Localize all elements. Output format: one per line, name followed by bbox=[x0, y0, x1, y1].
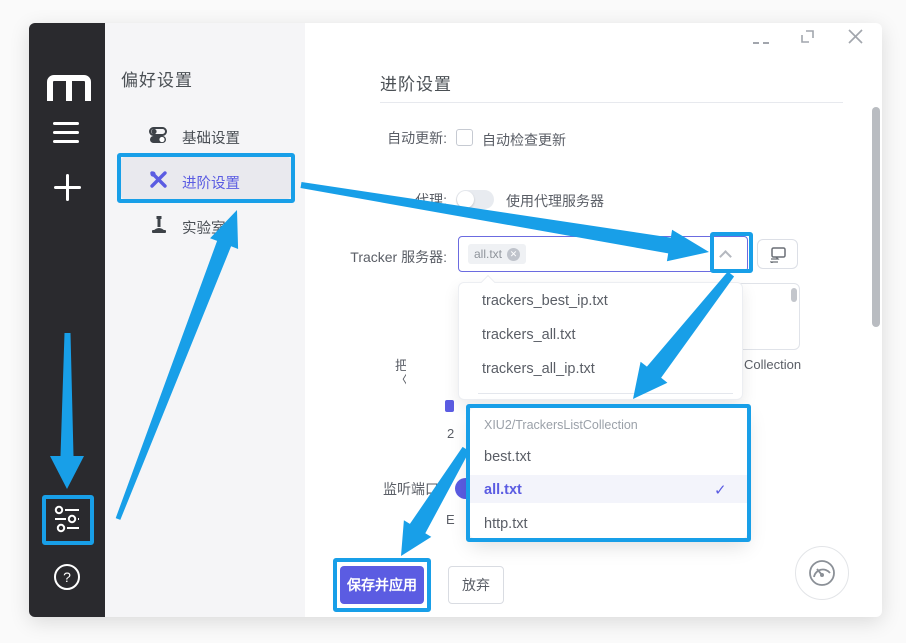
tracker-tag-label: all.txt bbox=[474, 247, 502, 261]
dropdown-item[interactable]: trackers_all.txt bbox=[482, 327, 732, 349]
auto-update-option-label: 自动检查更新 bbox=[482, 130, 566, 150]
preferences-sidebar bbox=[105, 23, 305, 617]
annotation-box-settings-icon bbox=[42, 495, 94, 545]
dropdown-item[interactable]: trackers_best_ip.txt bbox=[482, 293, 732, 315]
annotation-box-chevron bbox=[710, 232, 753, 273]
tracker-tag: all.txt ✕ bbox=[468, 244, 526, 264]
proxy-toggle[interactable] bbox=[456, 190, 494, 209]
listen-port-label: 监听端口 bbox=[383, 479, 439, 499]
proxy-option-label: 使用代理服务器 bbox=[506, 191, 604, 211]
auto-update-checkbox[interactable] bbox=[456, 129, 473, 146]
basic-settings-icon bbox=[149, 126, 168, 145]
close-button[interactable] bbox=[847, 28, 864, 45]
proxy-label: 代理: bbox=[330, 190, 447, 210]
auto-update-label: 自动更新: bbox=[330, 128, 447, 148]
annotation-box-advanced-menu bbox=[117, 153, 295, 203]
help-icon[interactable]: ? bbox=[54, 564, 80, 590]
tag-close-icon[interactable]: ✕ bbox=[507, 248, 520, 261]
dropdown-divider bbox=[478, 393, 733, 394]
motrix-logo-icon bbox=[47, 73, 91, 103]
gauge-icon bbox=[806, 557, 838, 589]
preferences-title: 偏好设置 bbox=[121, 66, 193, 91]
page-title: 进阶设置 bbox=[380, 70, 452, 95]
letter-fragment: E bbox=[446, 512, 458, 527]
main-scrollbar[interactable] bbox=[872, 107, 880, 327]
maximize-button[interactable] bbox=[800, 29, 816, 45]
dropdown-item[interactable]: trackers_all_ip.txt bbox=[482, 361, 732, 383]
sync-tracker-button[interactable] bbox=[757, 239, 798, 269]
speed-gauge-button[interactable] bbox=[795, 546, 849, 600]
discard-button[interactable]: 放弃 bbox=[448, 566, 504, 604]
checkbox-fragment bbox=[445, 400, 454, 412]
textarea-scrollbar[interactable] bbox=[791, 288, 797, 302]
annotation-box-dropdown-group bbox=[466, 404, 751, 542]
title-divider bbox=[380, 102, 843, 103]
sync-icon bbox=[770, 247, 787, 263]
tracker-source-link-fragment[interactable]: Collection bbox=[744, 357, 804, 372]
minimize-button[interactable] bbox=[753, 42, 769, 44]
lab-icon bbox=[150, 215, 168, 234]
sidebar-item-label: 实验室 bbox=[182, 217, 226, 238]
clipped-text-fragment: 〈 bbox=[395, 369, 406, 388]
tracker-label: Tracker 服务器: bbox=[310, 247, 447, 267]
toggle-knob bbox=[457, 191, 474, 208]
sidebar-item-label: 基础设置 bbox=[182, 127, 240, 148]
number-fragment: 2 bbox=[447, 426, 457, 441]
screenshot-root: ? 偏好设置 基础设置 进阶设置 实验室 bbox=[0, 0, 906, 643]
annotation-box-save-button bbox=[333, 558, 431, 612]
